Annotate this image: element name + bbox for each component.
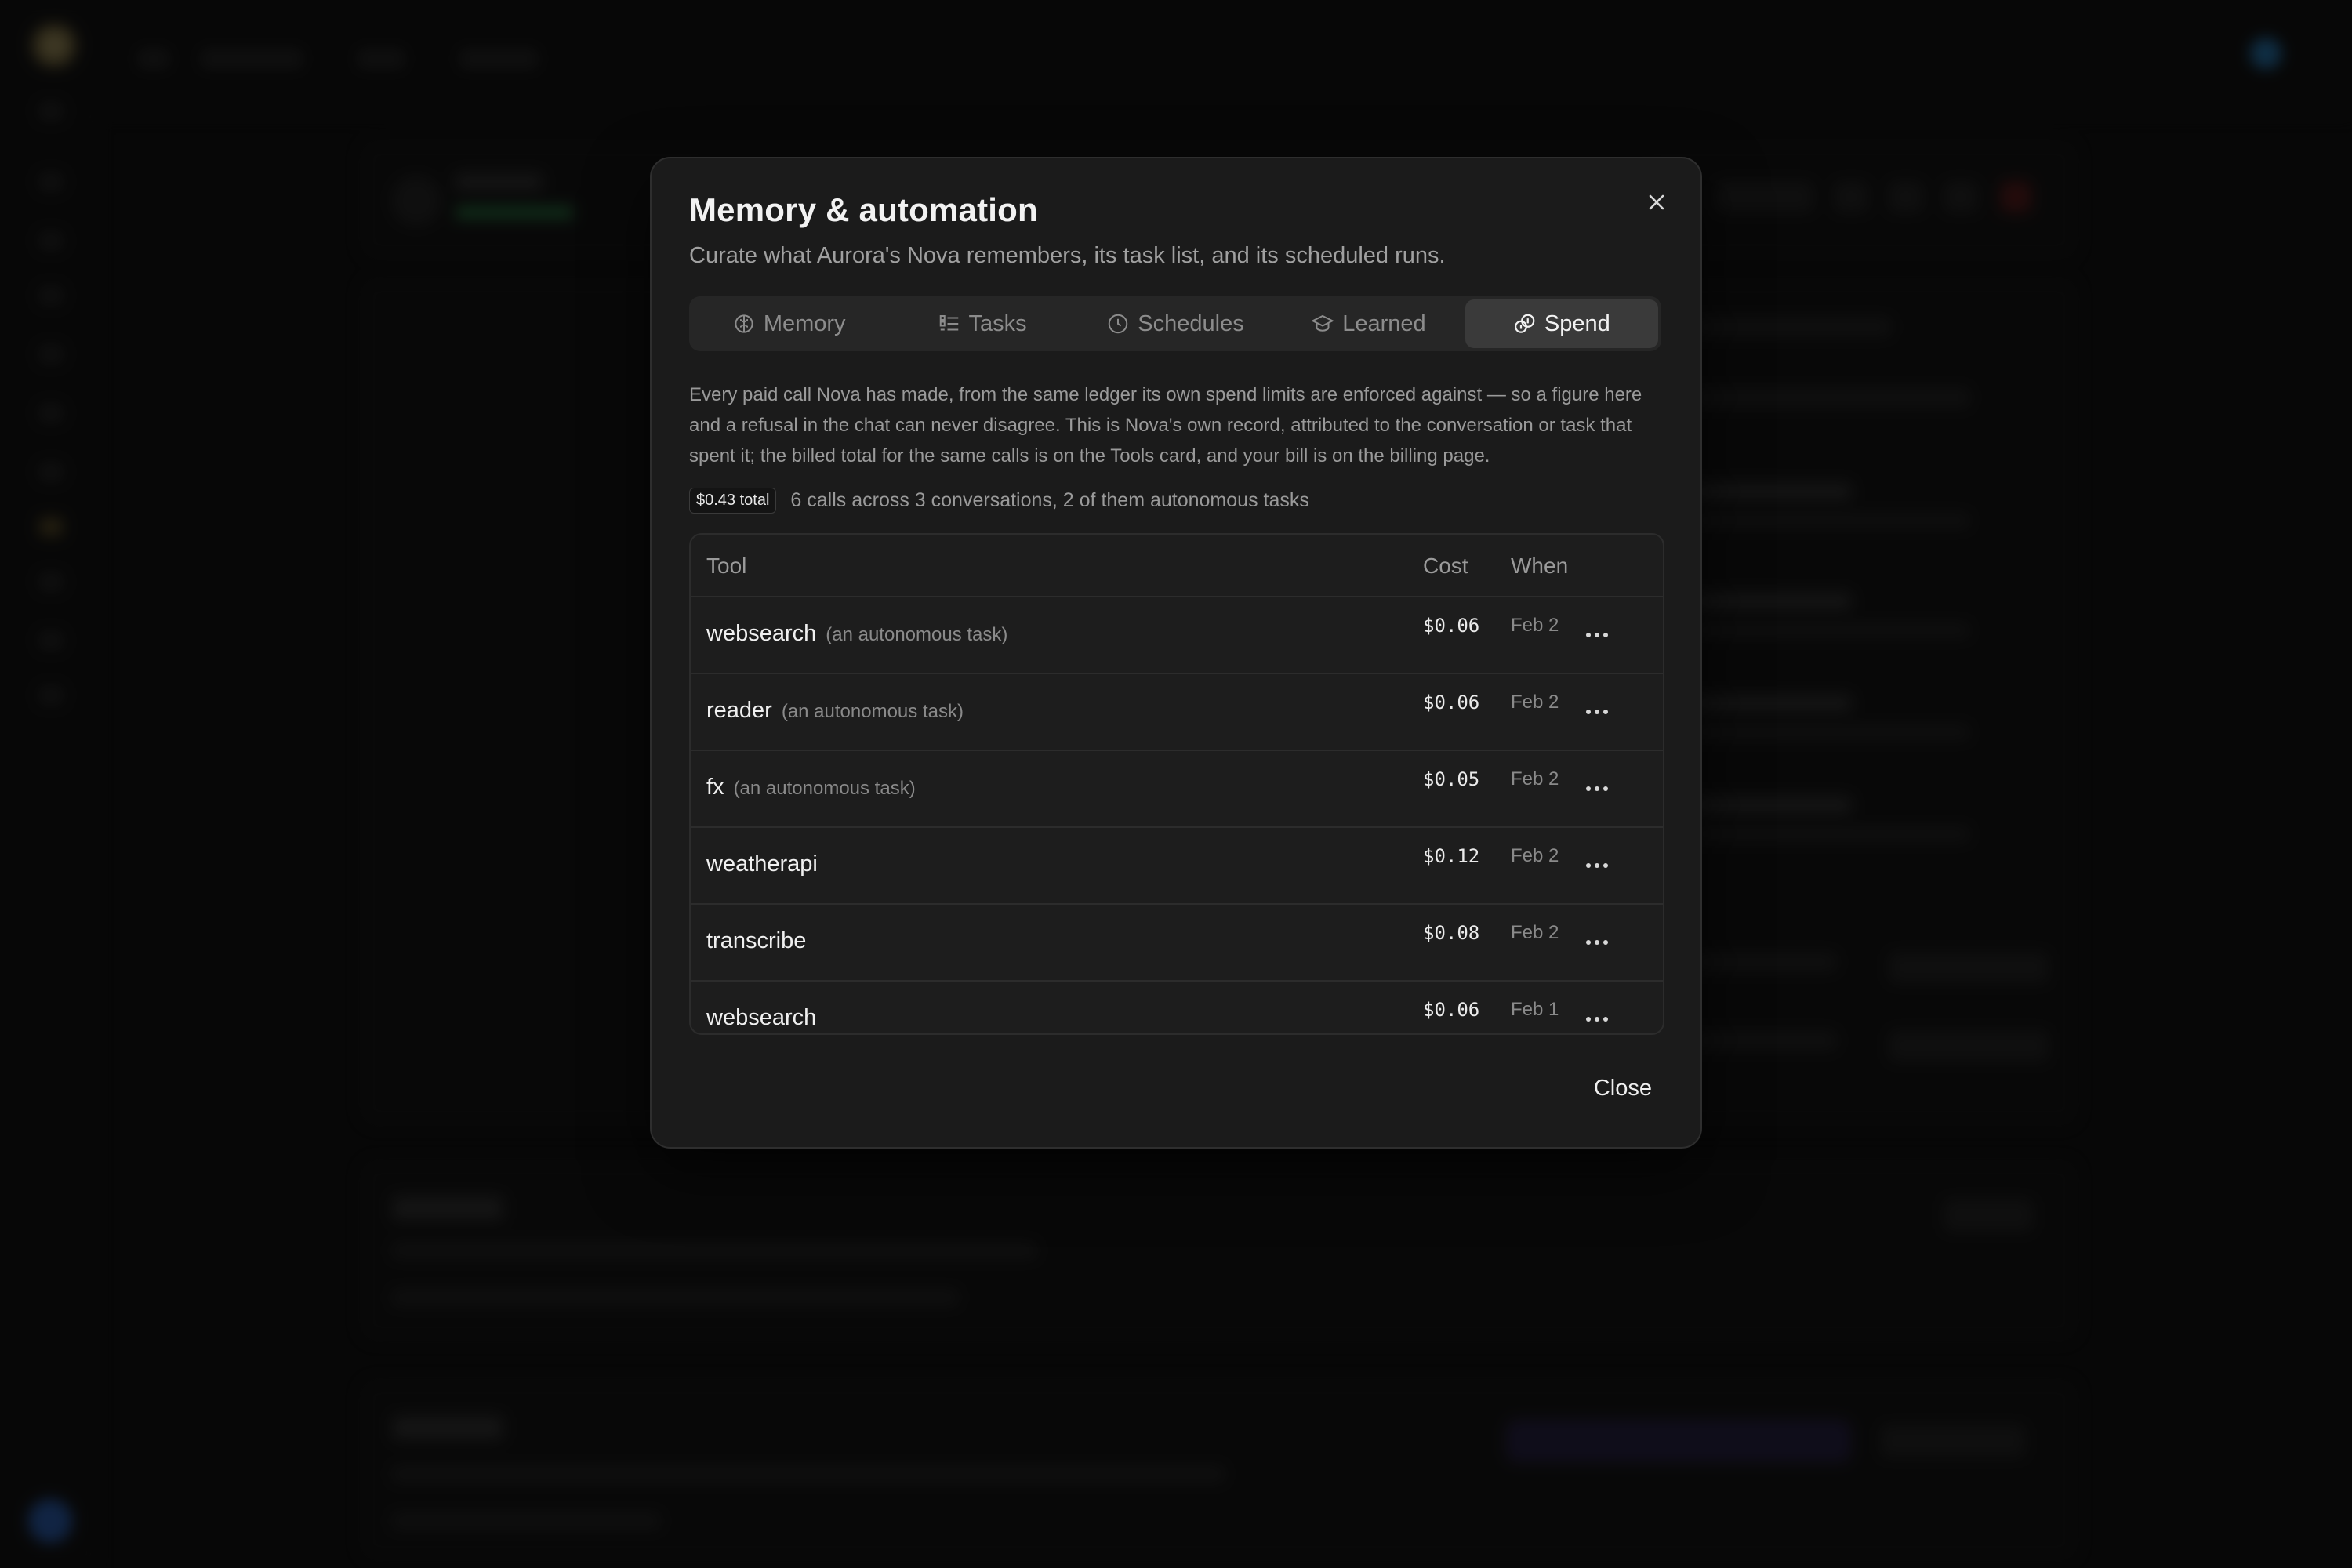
table-row: transcribe $0.08 Feb 2 — [691, 905, 1663, 982]
tool-name: fx — [706, 775, 724, 800]
table-row: fx (an autonomous task) $0.05 Feb 2 — [691, 751, 1663, 828]
spend-table: Tool Cost When websearch (an autonomous … — [689, 533, 1664, 1035]
total-badge: $0.43 total — [689, 488, 777, 514]
tab-memory[interactable]: Memory — [692, 299, 885, 348]
when-cell: Feb 2 — [1511, 691, 1559, 713]
spend-description: Every paid call Nova has made, from the … — [689, 384, 1642, 466]
tool-note: (an autonomous task) — [733, 778, 916, 799]
when-cell: Feb 1 — [1511, 999, 1559, 1020]
table-row: weatherapi $0.12 Feb 2 — [691, 828, 1663, 905]
tool-cell: fx (an autonomous task) — [706, 775, 916, 800]
close-button[interactable]: Close — [1584, 1068, 1661, 1109]
tool-cell: transcribe — [706, 928, 815, 954]
tool-note: (an autonomous task) — [826, 624, 1008, 645]
tool-name: websearch — [706, 1005, 817, 1030]
clock-icon — [1109, 314, 1128, 334]
tool-note: (an autonomous task) — [781, 701, 964, 722]
brain-icon — [735, 314, 753, 333]
table-header: Tool Cost When — [691, 535, 1663, 597]
column-header-tool: Tool — [706, 554, 747, 578]
tool-cell: websearch — [706, 1005, 826, 1031]
summary-text: 6 calls across 3 conversations, 2 of the… — [790, 489, 1309, 511]
cost-cell: $0.08 — [1423, 922, 1480, 944]
tool-cell: websearch (an autonomous task) — [706, 621, 1007, 647]
column-header-cost: Cost — [1423, 554, 1468, 578]
tab-tasks[interactable]: Tasks — [885, 299, 1078, 348]
tool-name: weatherapi — [706, 851, 818, 877]
spend-summary: $0.43 total 6 calls across 3 conversatio… — [689, 488, 1309, 514]
tab-learned[interactable]: Learned — [1272, 299, 1465, 348]
table-row: websearch $0.06 Feb 1 — [691, 982, 1663, 1033]
tab-schedules[interactable]: Schedules — [1079, 299, 1272, 348]
tool-name: reader — [706, 698, 772, 723]
more-options-icon[interactable] — [1580, 851, 1614, 880]
more-options-icon[interactable] — [1580, 621, 1614, 649]
dialog-title: Memory & automation — [689, 191, 1038, 228]
cost-cell: $0.12 — [1423, 845, 1480, 867]
column-header-when: When — [1511, 554, 1569, 578]
tab-label: Learned — [1342, 310, 1426, 336]
tab-label: Spend — [1544, 310, 1610, 336]
more-options-icon[interactable] — [1580, 928, 1614, 956]
when-cell: Feb 2 — [1511, 922, 1559, 943]
when-cell: Feb 2 — [1511, 768, 1559, 789]
tool-name: transcribe — [706, 928, 807, 953]
dialog-subtitle: Curate what Aurora's Nova remembers, its… — [689, 243, 1446, 268]
tab-spend[interactable]: Spend — [1465, 299, 1659, 348]
more-options-icon[interactable] — [1580, 775, 1614, 803]
cost-cell: $0.06 — [1423, 615, 1480, 637]
table-row: reader (an autonomous task) $0.06 Feb 2 — [691, 674, 1663, 751]
graduation-cap-icon — [1311, 314, 1334, 332]
tab-label: Memory — [763, 310, 846, 336]
close-icon[interactable] — [1639, 185, 1674, 220]
tab-bar: Memory Tasks Schedules Learned Spend — [689, 296, 1661, 351]
coins-icon — [1514, 314, 1535, 333]
cost-cell: $0.06 — [1423, 691, 1480, 713]
when-cell: Feb 2 — [1511, 845, 1559, 866]
tab-label: Schedules — [1138, 310, 1244, 336]
cost-cell: $0.05 — [1423, 768, 1480, 790]
tab-label: Tasks — [968, 310, 1027, 336]
tool-cell: weatherapi — [706, 851, 827, 877]
when-cell: Feb 2 — [1511, 615, 1559, 636]
cost-cell: $0.06 — [1423, 999, 1480, 1021]
tool-cell: reader (an autonomous task) — [706, 698, 964, 724]
checklist-icon — [939, 315, 958, 331]
memory-automation-dialog: Memory & automation Curate what Aurora's… — [650, 157, 1702, 1149]
more-options-icon[interactable] — [1580, 698, 1614, 726]
tool-name: websearch — [706, 621, 817, 646]
table-row: websearch (an autonomous task) $0.06 Feb… — [691, 597, 1663, 674]
more-options-icon[interactable] — [1580, 1005, 1614, 1033]
